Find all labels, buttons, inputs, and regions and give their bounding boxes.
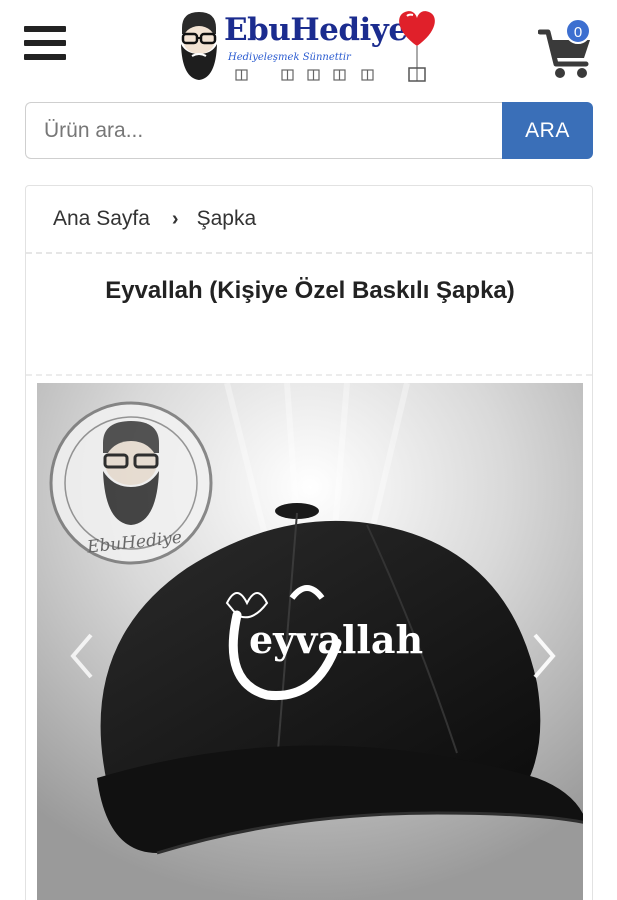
carousel-prev-arrow-icon[interactable]: [67, 631, 97, 681]
search-input[interactable]: [25, 102, 502, 159]
header: EbuHediye Hediyeleşmek Sünnettir 0: [0, 0, 617, 95]
divider: [26, 374, 592, 376]
breadcrumb-current-link[interactable]: Şapka: [197, 207, 257, 231]
breadcrumb: Ana Sayfa › Şapka: [26, 186, 592, 254]
hamburger-menu-icon[interactable]: [24, 26, 66, 60]
product-card: Ana Sayfa › Şapka Eyvallah (Kişiye Özel …: [25, 185, 593, 900]
cap-photo: eyvallah EbuHediye: [37, 383, 583, 900]
gift-icons-decoration: [235, 69, 374, 81]
logo-tagline: Hediyeleşmek Sünnettir: [228, 52, 351, 63]
product-image[interactable]: eyvallah EbuHediye: [37, 383, 583, 900]
site-logo[interactable]: EbuHediye Hediyeleşmek Sünnettir: [172, 6, 447, 84]
chevron-right-icon: ›: [171, 207, 179, 230]
cap-logo-text: eyvallah: [249, 617, 423, 662]
search-bar: ARA: [25, 102, 593, 159]
search-button[interactable]: ARA: [502, 102, 593, 159]
bearded-man-logo-icon: [181, 12, 217, 80]
product-title: Eyvallah (Kişiye Özel Baskılı Şapka): [105, 277, 515, 304]
cart-button[interactable]: 0: [538, 18, 598, 78]
carousel-next-arrow-icon[interactable]: [529, 631, 559, 681]
heart-balloon-icon: [399, 11, 435, 82]
logo-text: EbuHediye: [224, 12, 408, 48]
breadcrumb-home-link[interactable]: Ana Sayfa: [53, 207, 150, 231]
cart-count-badge: 0: [565, 18, 591, 44]
